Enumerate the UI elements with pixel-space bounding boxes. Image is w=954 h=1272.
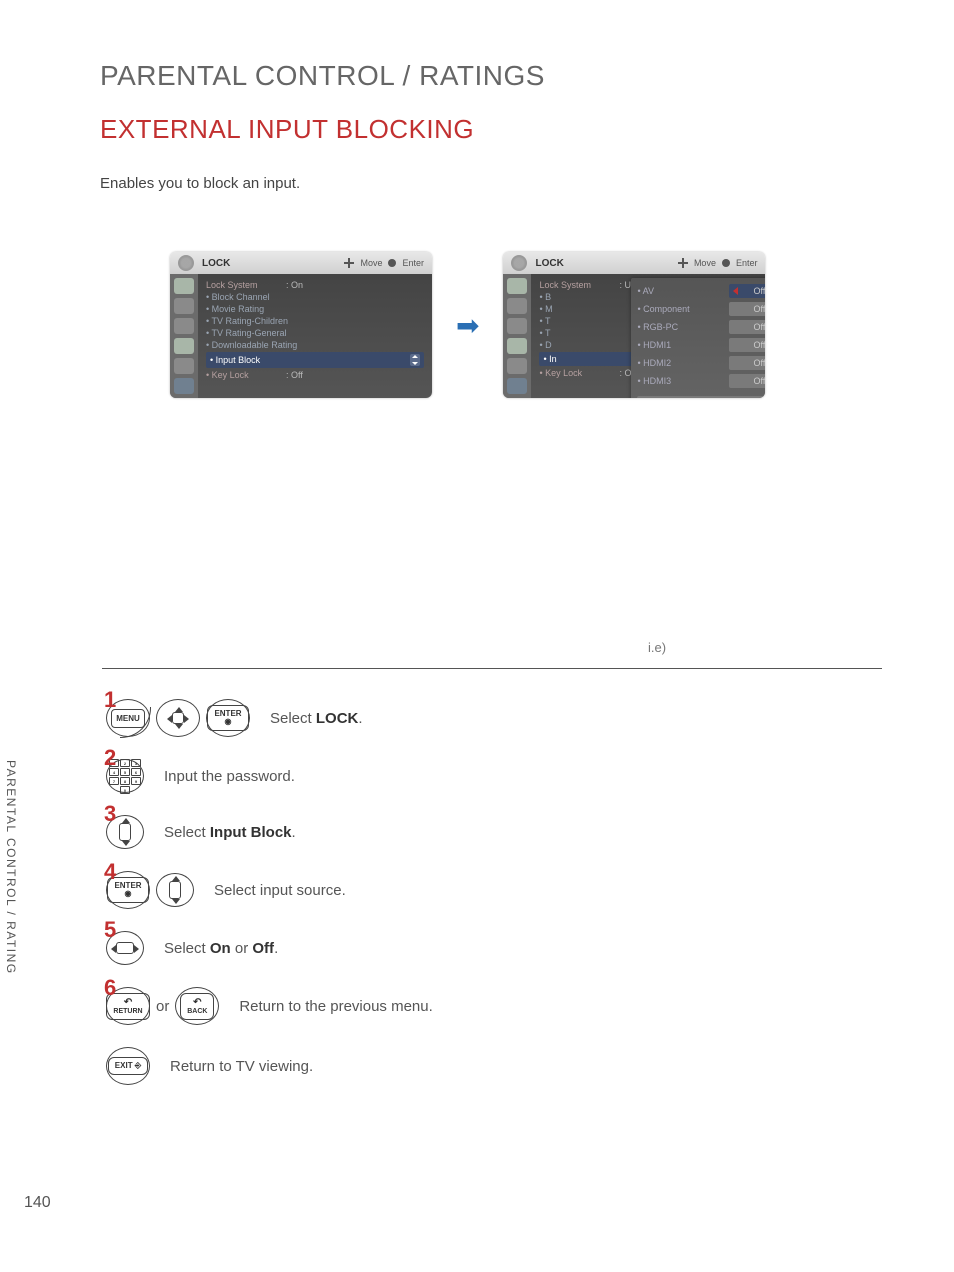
enter-button: ENTER◉ [206,699,250,737]
section-heading: EXTERNAL INPUT BLOCKING [100,114,884,145]
sidebar-icon [507,378,527,394]
enter-label: Enter [736,258,758,268]
side-vertical-label: PARENTAL CONTROL / RATING [4,760,18,975]
instruction-steps: 1 MENU ENTER◉ Select LOCK. 2 [106,699,884,1085]
popup-row-component: • Component Off [637,302,765,316]
sidebar-icon [174,378,194,394]
move-cross-icon [678,258,688,268]
arrow-right-icon: ➡ [456,309,479,342]
popup-close-button: Close [637,396,765,398]
sidebar-icon [174,278,194,294]
osd-panel-left: LOCK Move Enter [170,252,432,398]
up-down-button [156,873,194,907]
osd-key-lock-row: • Key Lock : Off [206,370,424,380]
enter-dot-icon [722,259,730,267]
step-3-text: Select Input Block. [164,824,296,841]
popup-row-hdmi2: • HDMI2 Off [637,356,765,370]
step-2: 2 123 456 789 0 Input the password. [106,759,884,793]
sidebar-icon [507,358,527,374]
move-label: Move [694,258,716,268]
step-1-text: Select LOCK. [270,710,363,727]
sidebar-icon [174,338,194,354]
osd-item: • TV Rating-Children [206,316,424,326]
osd-lock-system-row: Lock System : On [206,280,424,290]
enter-label: Enter [402,258,424,268]
sidebar-icon [507,338,527,354]
move-label: Move [360,258,382,268]
osd-sidebar [170,274,198,398]
sidebar-icon [174,298,194,314]
osd-screenshots-row: LOCK Move Enter [170,252,884,398]
back-button: ↶BACK [175,987,219,1025]
step-4-text: Select input source. [214,882,346,899]
sidebar-icon [174,318,194,334]
sidebar-icon [507,318,527,334]
direction-pad-icon [156,699,200,737]
intro-text: Enables you to block an input. [100,175,884,192]
step-1: 1 MENU ENTER◉ Select LOCK. [106,699,884,737]
step-5: 5 Select On or Off. [106,931,884,965]
step-2-text: Input the password. [164,768,295,785]
triangle-left-icon [733,287,738,295]
osd-item: • TV Rating-General [206,328,424,338]
osd-title: LOCK [535,258,563,269]
step-6-text: Return to the previous menu. [239,998,432,1015]
popup-row-hdmi1: • HDMI1 Off [637,338,765,352]
popup-row-hdmi3: • HDMI3 Off [637,374,765,388]
osd-title: LOCK [202,258,230,269]
lock-icon [178,255,194,271]
step-exit-text: Return to TV viewing. [170,1058,313,1075]
osd-sidebar [503,274,531,398]
popup-row-rgbpc: • RGB-PC Off [637,320,765,334]
osd-panel-right: LOCK Move Enter [503,252,765,398]
osd-item: • Block Channel [206,292,424,302]
updown-icon [410,354,420,366]
input-block-popup: • AV Off • Component Off • RGB-PC Off [631,278,765,398]
osd-item: • Movie Rating [206,304,424,314]
osd-header: LOCK Move Enter [170,252,432,274]
sidebar-icon [507,278,527,294]
step-5-text: Select On or Off. [164,940,278,957]
step-exit: EXIT ⎆ Return to TV viewing. [106,1047,884,1085]
or-text: or [156,998,169,1015]
step-6: 6 ↶RETURN or ↶BACK Return to the previou… [106,987,884,1025]
sidebar-icon [174,358,194,374]
osd-header: LOCK Move Enter [503,252,765,274]
lock-icon [511,255,527,271]
step-3: 3 Select Input Block. [106,815,884,849]
page-number: 140 [24,1194,51,1212]
osd-item-selected-input-block: • Input Block [206,352,424,368]
exit-button: EXIT ⎆ [106,1047,150,1085]
enter-dot-icon [388,259,396,267]
ie-note: i.e) [648,640,666,655]
move-cross-icon [344,258,354,268]
page-heading: PARENTAL CONTROL / RATINGS [100,60,884,92]
sidebar-icon [507,298,527,314]
popup-row-av: • AV Off [637,284,765,298]
osd-item: • Downloadable Rating [206,340,424,350]
step-4: 4 ENTER◉ Select input source. [106,871,884,909]
divider [102,668,882,669]
